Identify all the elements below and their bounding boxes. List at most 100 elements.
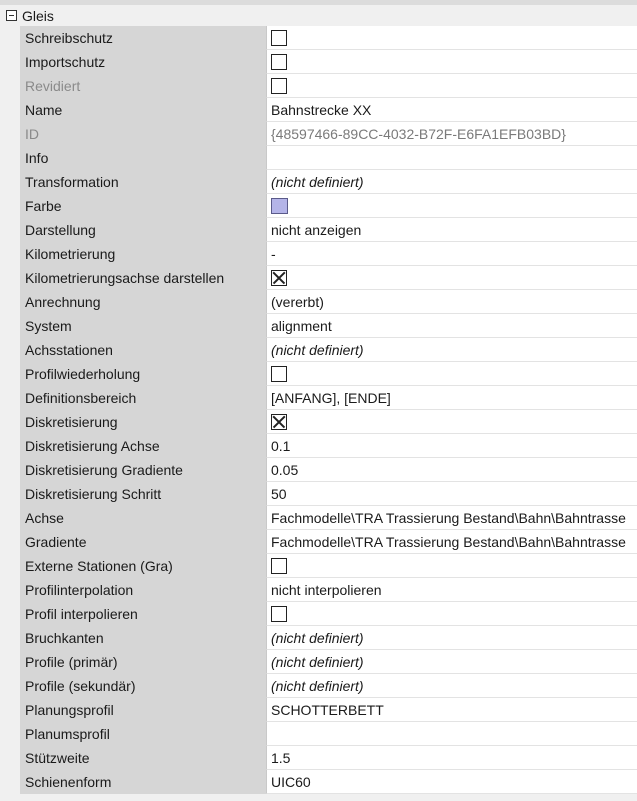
checkbox[interactable]	[271, 53, 287, 70]
property-value[interactable]	[266, 26, 637, 50]
property-row-profilwiederholung[interactable]: Profilwiederholung	[0, 362, 637, 386]
property-value[interactable]	[266, 194, 637, 218]
property-value[interactable]	[266, 362, 637, 386]
property-value[interactable]: nicht anzeigen	[266, 218, 637, 242]
property-value[interactable]: {48597466-89CC-4032-B72F-E6FA1EFB03BD}	[266, 122, 637, 146]
property-row-importschutz[interactable]: Importschutz	[0, 50, 637, 74]
property-value-text: UIC60	[271, 773, 311, 790]
property-value[interactable]: (nicht definiert)	[266, 650, 637, 674]
property-row-diskretisierung[interactable]: Diskretisierung	[0, 410, 637, 434]
property-row-farbe[interactable]: Farbe	[0, 194, 637, 218]
property-value-text: (nicht definiert)	[271, 653, 364, 670]
checkbox[interactable]	[271, 365, 287, 382]
property-value[interactable]: alignment	[266, 314, 637, 338]
property-value[interactable]: 1.5	[266, 746, 637, 770]
property-row-diskretisierung-schritt[interactable]: Diskretisierung Schritt 50	[0, 482, 637, 506]
row-indent	[0, 50, 20, 74]
property-value-text: Bahnstrecke XX	[271, 101, 372, 118]
property-value[interactable]	[266, 554, 637, 578]
property-row-achse[interactable]: Achse Fachmodelle\TRA Trassierung Bestand…	[0, 506, 637, 530]
property-value[interactable]: Bahnstrecke XX	[266, 98, 637, 122]
color-swatch[interactable]	[271, 197, 288, 214]
property-label: Profile (primär)	[20, 650, 266, 674]
property-label: Kilometrierung	[20, 242, 266, 266]
row-indent	[0, 410, 20, 434]
property-value[interactable]	[266, 602, 637, 626]
row-indent	[0, 650, 20, 674]
property-value[interactable]: 0.05	[266, 458, 637, 482]
property-label: System	[20, 314, 266, 338]
property-row-id[interactable]: ID {48597466-89CC-4032-B72F-E6FA1EFB03BD}	[0, 122, 637, 146]
property-row-schreibschutz[interactable]: Schreibschutz	[0, 26, 637, 50]
property-value[interactable]	[266, 50, 637, 74]
property-label: Diskretisierung Schritt	[20, 482, 266, 506]
property-row-anrechnung[interactable]: Anrechnung (vererbt)	[0, 290, 637, 314]
property-row-diskretisierung-achse[interactable]: Diskretisierung Achse 0.1	[0, 434, 637, 458]
property-value-text: alignment	[271, 317, 332, 334]
property-row-system[interactable]: System alignment	[0, 314, 637, 338]
property-value[interactable]	[266, 146, 637, 170]
property-label: Importschutz	[20, 50, 266, 74]
property-row-gradiente[interactable]: Gradiente Fachmodelle\TRA Trassierung Bes…	[0, 530, 637, 554]
row-indent	[0, 770, 20, 794]
property-value-text: (nicht definiert)	[271, 173, 364, 190]
property-label: Diskretisierung	[20, 410, 266, 434]
property-row-revidiert[interactable]: Revidiert	[0, 74, 637, 98]
checkbox-checked[interactable]	[271, 269, 287, 286]
property-value[interactable]	[266, 722, 637, 746]
row-indent	[0, 554, 20, 578]
property-row-darstellung[interactable]: Darstellung nicht anzeigen	[0, 218, 637, 242]
property-row-externe-stationen[interactable]: Externe Stationen (Gra)	[0, 554, 637, 578]
row-indent	[0, 674, 20, 698]
property-row-kilometrierung[interactable]: Kilometrierung -	[0, 242, 637, 266]
category-header-gleis[interactable]: Gleis	[0, 0, 637, 26]
row-indent	[0, 506, 20, 530]
property-value-text: (nicht definiert)	[271, 677, 364, 694]
row-indent	[0, 626, 20, 650]
checkbox[interactable]	[271, 77, 287, 94]
checkbox[interactable]	[271, 557, 287, 574]
property-value[interactable]: (nicht definiert)	[266, 626, 637, 650]
property-label: Farbe	[20, 194, 266, 218]
property-row-achsstationen[interactable]: Achsstationen (nicht definiert)	[0, 338, 637, 362]
property-value[interactable]	[266, 266, 637, 290]
property-label: Profil interpolieren	[20, 602, 266, 626]
property-value[interactable]: [ANFANG], [ENDE]	[266, 386, 637, 410]
collapse-icon[interactable]	[6, 10, 17, 21]
property-value[interactable]: (vererbt)	[266, 290, 637, 314]
property-row-schienenform[interactable]: Schienenform UIC60	[0, 770, 637, 794]
property-value[interactable]: -	[266, 242, 637, 266]
property-value[interactable]: 0.1	[266, 434, 637, 458]
property-value[interactable]	[266, 74, 637, 98]
property-value[interactable]: nicht interpolieren	[266, 578, 637, 602]
property-row-transformation[interactable]: Transformation (nicht definiert)	[0, 170, 637, 194]
property-value[interactable]: 50	[266, 482, 637, 506]
property-value[interactable]: (nicht definiert)	[266, 170, 637, 194]
property-label: Profile (sekundär)	[20, 674, 266, 698]
checkbox[interactable]	[271, 605, 287, 622]
property-row-stuetzweite[interactable]: Stützweite 1.5	[0, 746, 637, 770]
property-value[interactable]: Fachmodelle\TRA Trassierung Bestand\Bahn…	[266, 506, 637, 530]
property-row-profile-primaer[interactable]: Profile (primär) (nicht definiert)	[0, 650, 637, 674]
property-row-kilometrierungsachse-darstellen[interactable]: Kilometrierungsachse darstellen	[0, 266, 637, 290]
property-value[interactable]: UIC60	[266, 770, 637, 794]
checkbox[interactable]	[271, 29, 287, 46]
property-row-diskretisierung-gradiente[interactable]: Diskretisierung Gradiente 0.05	[0, 458, 637, 482]
property-value[interactable]: SCHOTTERBETT	[266, 698, 637, 722]
property-value[interactable]	[266, 410, 637, 434]
property-label: Darstellung	[20, 218, 266, 242]
property-row-profile-sekundaer[interactable]: Profile (sekundär) (nicht definiert)	[0, 674, 637, 698]
property-row-profilinterpolation[interactable]: Profilinterpolation nicht interpolieren	[0, 578, 637, 602]
category-label: Gleis	[22, 7, 54, 24]
property-row-definitionsbereich[interactable]: Definitionsbereich [ANFANG], [ENDE]	[0, 386, 637, 410]
property-row-bruchkanten[interactable]: Bruchkanten (nicht definiert)	[0, 626, 637, 650]
property-row-name[interactable]: Name Bahnstrecke XX	[0, 98, 637, 122]
checkbox-checked[interactable]	[271, 413, 287, 430]
property-row-planungsprofil[interactable]: Planungsprofil SCHOTTERBETT	[0, 698, 637, 722]
property-value[interactable]: (nicht definiert)	[266, 338, 637, 362]
property-row-profil-interpolieren[interactable]: Profil interpolieren	[0, 602, 637, 626]
property-row-planumsprofil[interactable]: Planumsprofil	[0, 722, 637, 746]
property-value[interactable]: Fachmodelle\TRA Trassierung Bestand\Bahn…	[266, 530, 637, 554]
property-row-info[interactable]: Info	[0, 146, 637, 170]
property-value[interactable]: (nicht definiert)	[266, 674, 637, 698]
